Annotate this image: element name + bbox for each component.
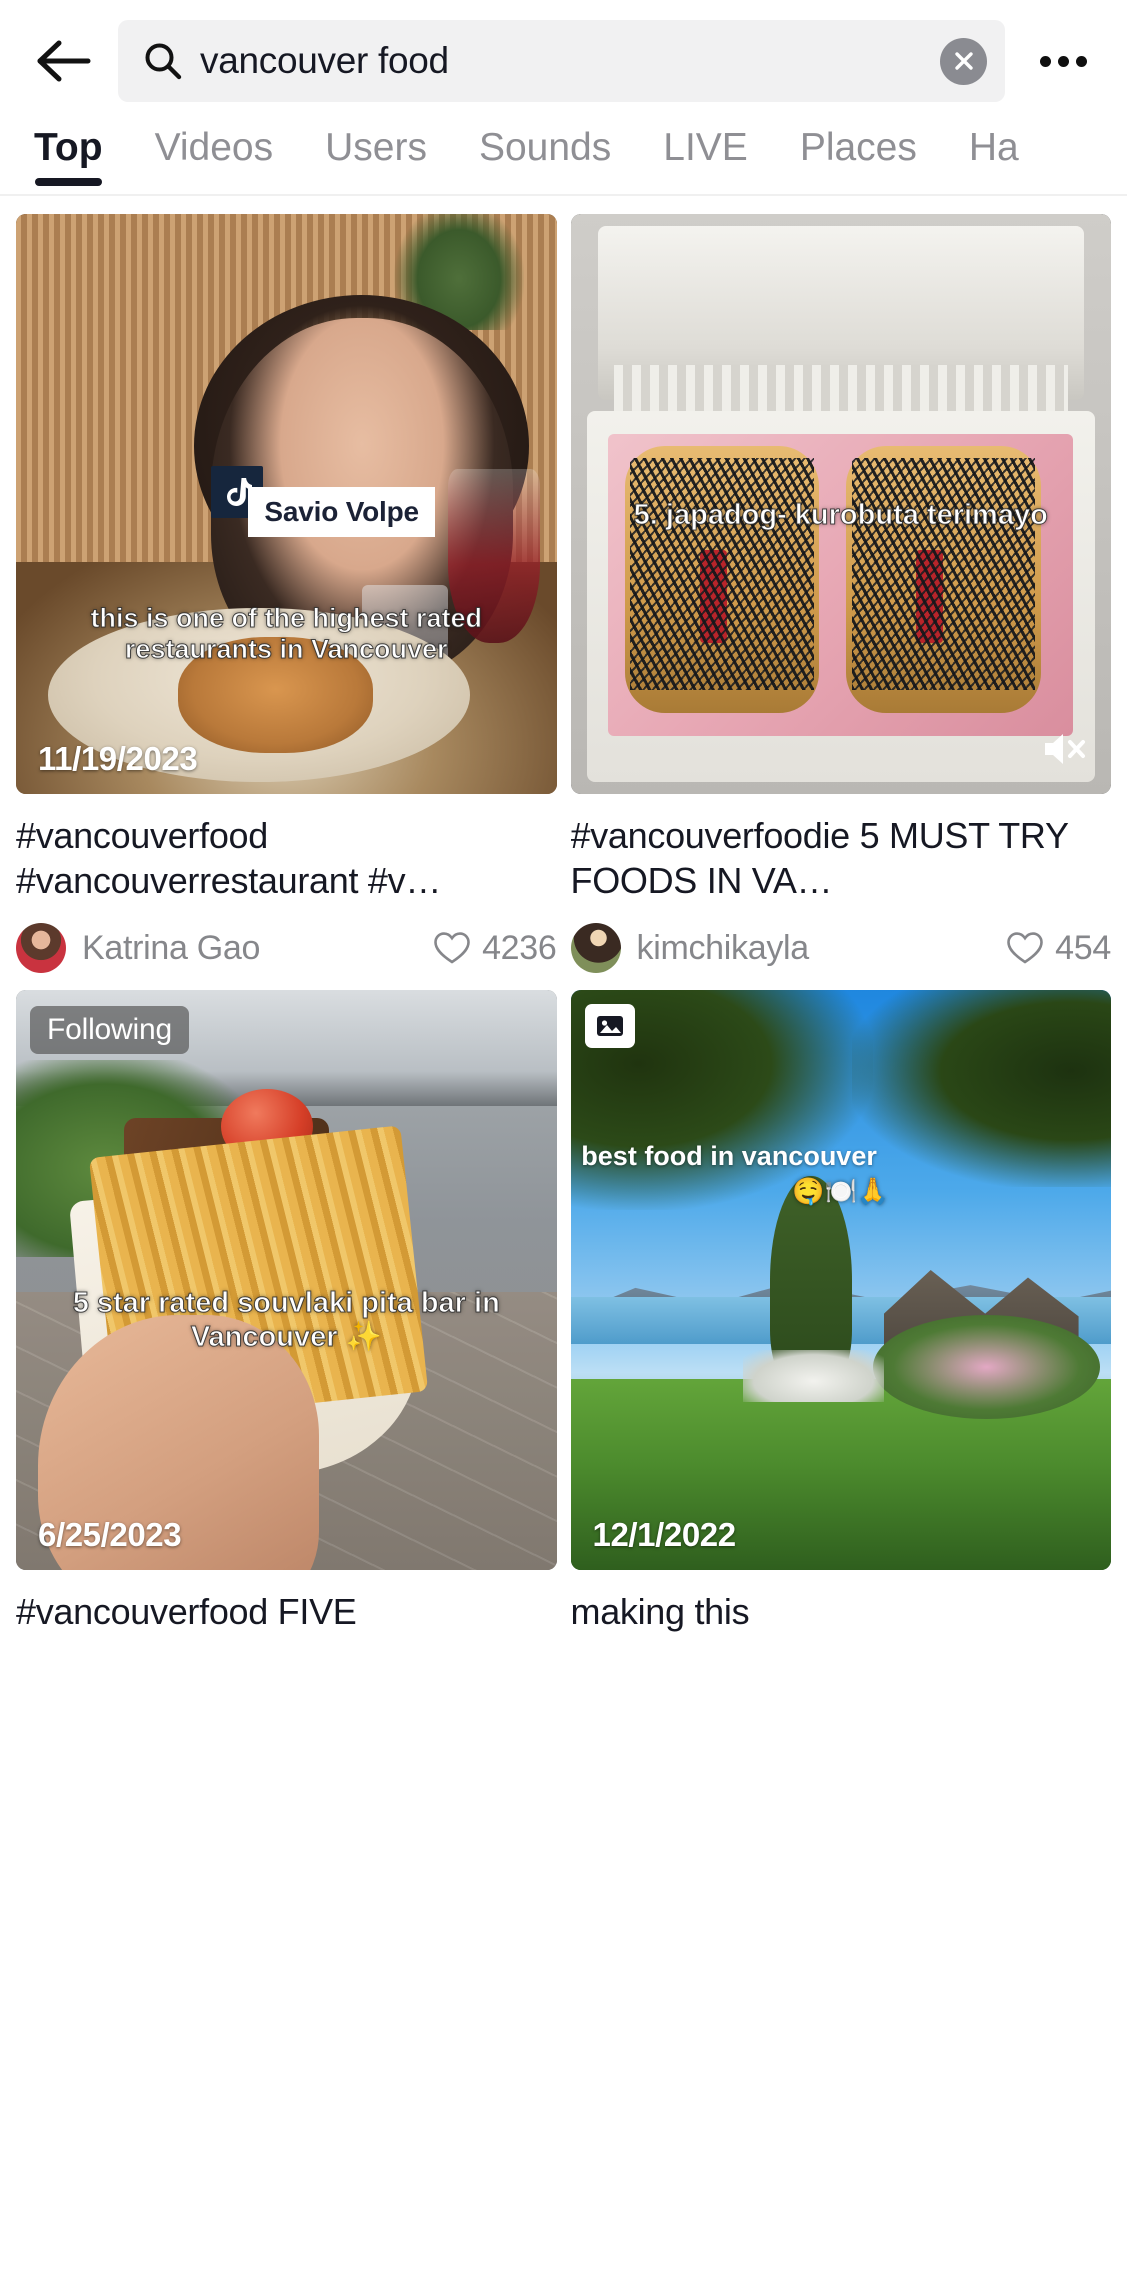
more-dot-2 <box>1057 55 1069 67</box>
clear-search-button[interactable] <box>940 37 987 85</box>
tab-videos[interactable]: Videos <box>155 122 274 170</box>
place-label[interactable]: Savio Volpe <box>248 486 435 537</box>
tab-top[interactable]: Top <box>34 122 103 186</box>
video-caption-text: 5 star rated souvlaki pita bar in Vancou… <box>72 1286 500 1354</box>
more-dot-3 <box>1075 55 1087 67</box>
tab-places-label: Places <box>799 126 917 169</box>
more-dot-1 <box>1039 55 1051 67</box>
more-options-button[interactable] <box>1023 25 1103 97</box>
thumbnail-image <box>16 990 557 1570</box>
result-card[interactable]: Following 5 star rated souvlaki pita bar… <box>16 990 557 1682</box>
result-title[interactable]: #vancouverfood FIVE <box>16 1590 557 1682</box>
result-card[interactable]: best food in vancouver 🤤🍽️🙏 12/1/2022 ma… <box>570 990 1112 1682</box>
tab-hashtags[interactable]: Ha <box>969 122 1019 170</box>
like-count: 454 <box>1055 928 1111 967</box>
result-title[interactable]: making this <box>571 1590 1112 1682</box>
author-name[interactable]: Katrina Gao <box>82 929 423 968</box>
like-count-group: 4236 <box>433 928 557 968</box>
tab-users-label: Users <box>325 126 427 169</box>
heart-icon <box>434 932 470 964</box>
result-meta-row: Katrina Gao 4236 <box>16 920 557 976</box>
tab-sounds[interactable]: Sounds <box>479 122 611 170</box>
author-name[interactable]: kimchikayla <box>637 929 997 968</box>
video-caption-emoji: 🤤🍽️🙏 <box>792 1175 890 1206</box>
video-thumbnail[interactable]: Savio Volpe this is one of the highest r… <box>16 214 557 794</box>
search-query-text[interactable]: vancouver food <box>200 40 922 82</box>
like-count: 4236 <box>482 928 557 967</box>
avatar[interactable] <box>16 923 66 973</box>
muted-speaker-icon[interactable] <box>1039 727 1089 776</box>
video-caption-text: this is one of the highest rated restaur… <box>90 602 483 665</box>
tab-videos-label: Videos <box>154 126 274 169</box>
search-header: vancouver food <box>0 0 1127 122</box>
decor-lid-ridge <box>613 364 1068 417</box>
result-meta-row: kimchikayla 454 <box>570 920 1111 976</box>
tab-users[interactable]: Users <box>325 122 427 170</box>
result-card[interactable]: 5. japadog- kurobuta terimayo #vancouver… <box>570 214 1112 976</box>
search-tabs: Top Videos Users Sounds LIVE Places Ha <box>0 122 1127 196</box>
video-caption-text: best food in vancouver <box>581 1140 877 1171</box>
avatar[interactable] <box>570 923 621 973</box>
tiktok-search-results-screen: vancouver food Top Videos Users Sounds L… <box>0 0 1127 2280</box>
like-count-group: 454 <box>1006 929 1111 968</box>
following-badge: Following <box>30 1006 189 1054</box>
date-stamp: 11/19/2023 <box>38 740 198 777</box>
tab-sounds-label: Sounds <box>478 126 612 169</box>
close-icon <box>954 52 973 70</box>
back-button[interactable] <box>28 25 100 97</box>
photo-collection-icon <box>584 1004 635 1048</box>
search-icon <box>144 42 182 80</box>
video-thumbnail[interactable]: best food in vancouver 🤤🍽️🙏 12/1/2022 <box>570 990 1111 1570</box>
decor-nori-right <box>851 457 1036 690</box>
result-title[interactable]: #vancouverfood #vancouverrestaurant #v… <box>16 814 557 906</box>
video-thumbnail[interactable]: 5. japadog- kurobuta terimayo <box>570 214 1111 794</box>
decor-nori-left <box>629 457 814 690</box>
arrow-left-icon <box>37 40 91 82</box>
date-stamp: 12/1/2022 <box>592 1516 737 1553</box>
tab-places[interactable]: Places <box>800 122 917 170</box>
thumbnail-image <box>570 990 1111 1570</box>
date-stamp: 6/25/2023 <box>38 1516 182 1553</box>
decor-tent <box>743 1349 884 1402</box>
search-input[interactable]: vancouver food <box>118 20 1005 102</box>
video-caption-text: 5. japadog- kurobuta terimayo <box>633 499 1048 532</box>
result-card[interactable]: Savio Volpe this is one of the highest r… <box>16 214 557 976</box>
tab-live[interactable]: LIVE <box>663 122 748 170</box>
tab-hashtags-label: Ha <box>968 126 1019 169</box>
search-results-grid: Savio Volpe this is one of the highest r… <box>0 196 1127 1682</box>
decor-shrubs <box>873 1314 1101 1420</box>
heart-icon <box>1007 932 1043 964</box>
tab-live-label: LIVE <box>663 126 748 169</box>
video-thumbnail[interactable]: Following 5 star rated souvlaki pita bar… <box>16 990 557 1570</box>
tab-top-label: Top <box>34 126 103 169</box>
result-title[interactable]: #vancouverfoodie 5 MUST TRY FOODS IN VA… <box>571 814 1112 906</box>
